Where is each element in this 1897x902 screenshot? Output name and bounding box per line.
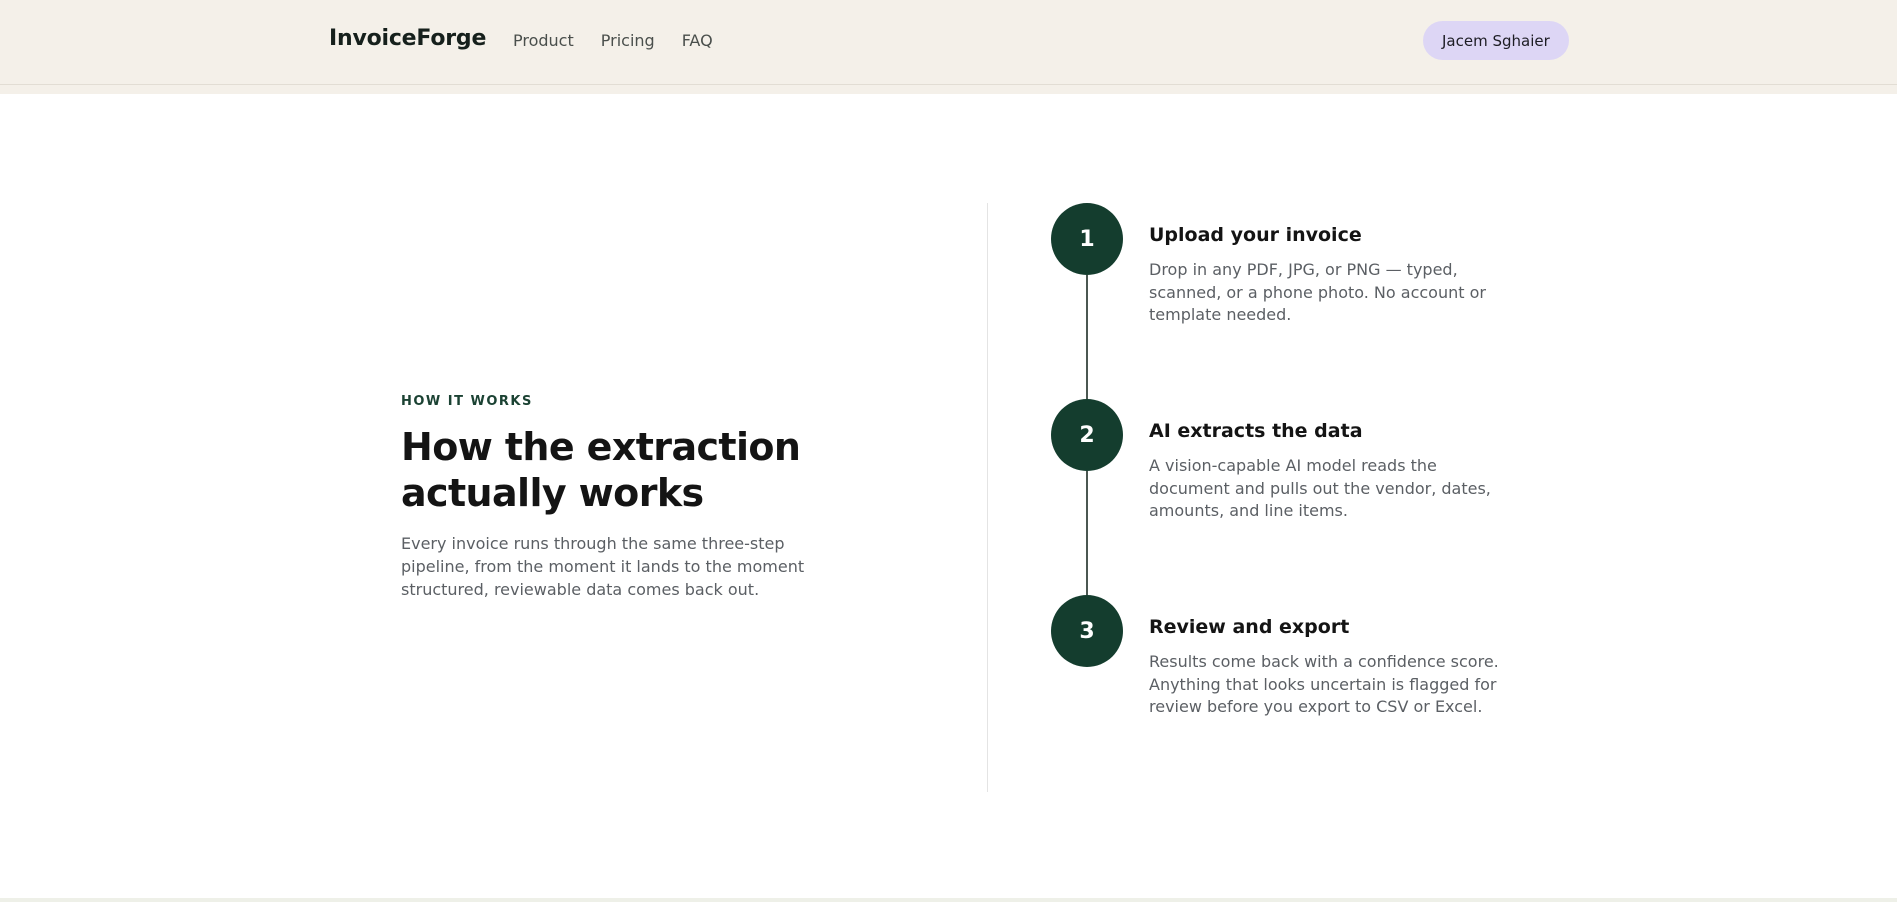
nav-link-product[interactable]: Product [513,31,574,50]
step-description: Drop in any PDF, JPG, or PNG — typed, sc… [1149,260,1486,324]
user-menu-button[interactable]: Jacem Sghaier [1423,21,1569,60]
step-title: AI extracts the data [1149,420,1363,442]
step-number-badge: 1 [1051,203,1123,275]
step-description: Results come back with a confidence scor… [1149,652,1499,716]
nav-link-faq[interactable]: FAQ [682,31,713,50]
section-headline: How the extraction actually works [401,425,801,515]
step-description: A vision-capable AI model reads the docu… [1149,456,1491,520]
section-intro: Every invoice runs through the same thre… [401,534,805,599]
footer-edge [0,898,1897,902]
step-title: Upload your invoice [1149,224,1362,246]
step-number-badge: 3 [1051,595,1123,667]
section-eyebrow: HOW IT WORKS [401,394,533,409]
step-title: Review and export [1149,616,1350,638]
step-connector-1-2 [1086,275,1088,399]
brand-logo[interactable]: InvoiceForge [329,26,486,51]
main-nav: Product Pricing FAQ [513,31,713,50]
step-connector-2-3 [1086,471,1088,595]
vertical-divider [987,203,988,792]
step-number-badge: 2 [1051,399,1123,471]
header-underlay [0,85,1897,94]
top-navigation-bar: InvoiceForge Product Pricing FAQ Jacem S… [0,0,1897,85]
nav-link-pricing[interactable]: Pricing [601,31,655,50]
